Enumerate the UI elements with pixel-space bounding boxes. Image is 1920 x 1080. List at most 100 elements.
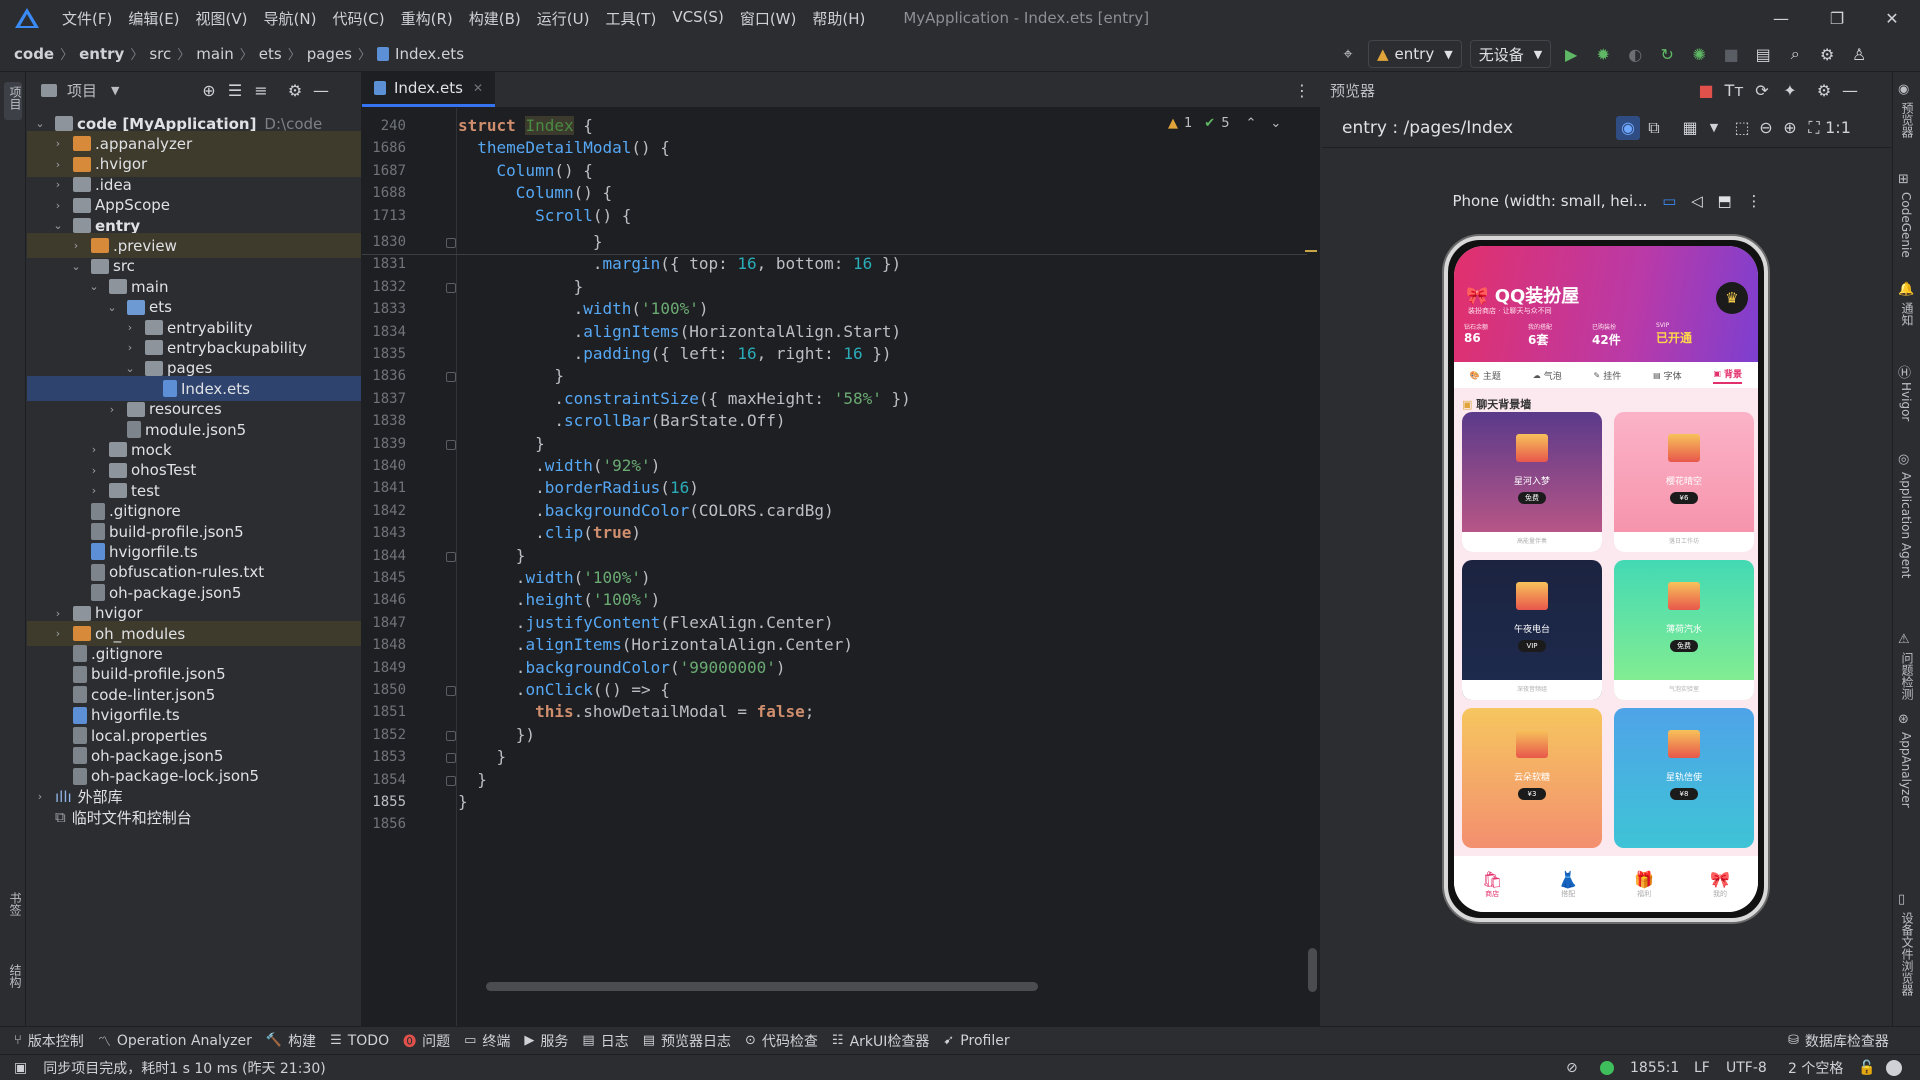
right-tool-button[interactable]: Hvigor [1899,382,1913,421]
run-config-select[interactable]: ▲ entry ▼ [1368,40,1462,68]
bottom-nav-item[interactable]: 🛍 商店 [1482,870,1502,899]
category-tab[interactable]: ☁ 气泡 [1533,369,1562,382]
fold-marker-icon[interactable] [446,775,456,786]
read-only-icon[interactable]: 🔓 [1858,1060,1875,1076]
category-tab[interactable]: ▣ 背景 [1713,367,1743,384]
wallpaper-card[interactable]: 云朵软糖 ¥3 [1462,708,1602,848]
phone-screen[interactable]: 🎀 QQ装扮屋 装扮商店 · 让聊天与众不同 ♛ 钻石余额 86 我的搭配 6套 已购装… [1454,246,1758,912]
breadcrumb-item[interactable]: code [14,45,54,63]
tab-index-ets[interactable]: Index.ets ✕ [362,71,496,107]
fold-marker-icon[interactable] [446,282,456,293]
category-tab[interactable]: ▤ 字体 [1653,369,1682,382]
breadcrumb-item[interactable]: src [149,45,171,63]
maximize-icon[interactable]: ❐ [1809,0,1865,36]
fold-marker-icon[interactable] [446,551,456,562]
bottom-tool-button[interactable]: ⛁ 数据库检查器 [1788,1031,1889,1051]
status-indicator-icon[interactable] [1600,1060,1614,1075]
layout-icon[interactable]: ▣ [14,1060,27,1076]
crop-icon[interactable]: ⬚ [1730,116,1754,140]
chevron-down-icon[interactable]: ⌄ [105,301,119,314]
chevron-down-icon[interactable]: ▼ [1702,116,1726,140]
chevron-right-icon[interactable]: › [51,627,65,640]
fold-marker-icon[interactable] [446,686,456,696]
ai-status-icon[interactable] [1886,1059,1902,1076]
chevron-right-icon[interactable]: › [87,484,101,497]
bottom-tool-button[interactable]: ▤ 预览器日志 [643,1031,731,1051]
breadcrumb-item[interactable]: entry [79,45,124,63]
search-icon[interactable]: ⌕ [1783,42,1807,66]
chevron-right-icon[interactable]: › [105,403,119,416]
breadcrumb-item[interactable]: ets [259,45,282,63]
right-tool-button[interactable]: 通知 [1899,302,1916,326]
menu-item[interactable]: VCS(S) [664,8,731,29]
more-options-icon[interactable]: ⋮ [1747,192,1762,210]
zoom-out-icon[interactable]: ⊖ [1754,116,1778,140]
hide-icon[interactable]: — [309,78,333,102]
font-size-icon[interactable]: Tт [1722,78,1746,102]
chevron-down-icon[interactable]: ⌄ [51,219,65,232]
device-switch-icon[interactable]: ▭ [1662,192,1676,210]
eye-icon[interactable]: ◉ [1616,115,1640,140]
bottom-tool-button[interactable]: ▤ 日志 [582,1031,628,1051]
horizontal-scrollbar[interactable] [486,982,1038,991]
menu-item[interactable]: 帮助(H) [804,8,873,29]
breadcrumb-item[interactable]: Index.ets [395,45,464,63]
bottom-tool-button[interactable]: ⓿ 问题 [403,1031,450,1051]
chevron-down-icon[interactable]: ▼ [111,84,119,97]
layers-icon[interactable]: ⧉ [1642,116,1666,140]
locate-icon[interactable]: ⊕ [197,78,221,102]
breadcrumb-item[interactable]: main [196,45,233,63]
menu-item[interactable]: 视图(V) [188,8,256,29]
bottom-nav-item[interactable]: 👗 搭配 [1558,870,1578,899]
attach-icon[interactable]: ◐ [1623,42,1647,66]
chevron-right-icon[interactable]: › [123,341,137,354]
right-tool-button[interactable]: 问题检测 [1899,652,1916,700]
bottom-nav-item[interactable]: 🎁 福利 [1634,870,1654,899]
menu-item[interactable]: 运行(U) [529,8,598,29]
hide-icon[interactable]: — [1838,78,1862,102]
menu-item[interactable]: 窗口(W) [732,8,805,29]
chevron-right-icon[interactable]: › [51,199,65,212]
chevron-right-icon[interactable]: › [87,443,101,456]
close-tab-icon[interactable]: ✕ [473,81,483,95]
file-encoding[interactable]: UTF-8 [1726,1060,1767,1076]
chevron-right-icon[interactable]: › [69,239,83,252]
device-select[interactable]: 无设备 ▼ [1469,40,1552,68]
menu-item[interactable]: 构建(B) [461,8,529,29]
no-power-save-icon[interactable]: ⊘ [1566,1060,1578,1076]
settings-icon[interactable]: ⚙ [283,78,307,102]
chevron-right-icon[interactable]: › [51,607,65,620]
collapse-all-icon[interactable]: ≡ [249,78,273,102]
bottom-nav-item[interactable]: 🎀 我的 [1710,870,1730,899]
chevron-right-icon[interactable]: › [87,464,101,477]
settings-icon[interactable]: ⚙ [1815,42,1839,66]
wallpaper-card[interactable]: 星河入梦 免费 高能量伴奏 [1462,412,1602,552]
wallpaper-card[interactable]: 午夜电台 VIP 深夜音频组 [1462,560,1602,700]
debug-icon[interactable]: ✹ [1591,42,1615,66]
chevron-down-icon[interactable]: ⌄ [33,117,47,130]
bottom-tool-button[interactable]: ➹ Profiler [943,1033,1009,1049]
chevron-right-icon[interactable]: › [33,790,47,803]
bottom-tool-button[interactable]: ▭ 终端 [464,1031,510,1051]
bottom-tool-button[interactable]: ⑂ 版本控制 [14,1031,84,1051]
bottom-tool-button[interactable]: ▶ 服务 [524,1031,568,1051]
expand-all-icon[interactable]: ☰ [223,78,247,102]
crown-icon[interactable]: ♛ [1716,282,1748,314]
code-area[interactable]: 240 struct Index {1686 themeDetailModal()… [362,108,1320,1026]
apply-changes-icon[interactable]: ↻ [1655,42,1679,66]
fold-marker-icon[interactable] [446,753,456,764]
category-tab[interactable]: 🎨 主题 [1470,369,1501,382]
fold-marker-icon[interactable] [446,439,456,450]
wallpaper-card[interactable]: 星轨信使 ¥8 [1614,708,1754,848]
status-message[interactable]: 同步项目完成，耗时1 s 10 ms (昨天 21:30) [43,1058,325,1078]
right-tool-button[interactable]: Application Agent [1899,472,1913,578]
bottom-tool-button[interactable]: 🔨 构建 [266,1031,316,1051]
project-tool-button[interactable]: 项目 [7,86,24,110]
original-size-icon[interactable]: 1:1 [1825,116,1851,140]
close-icon[interactable]: ✕ [1864,0,1920,36]
right-tool-button[interactable]: AppAnalyzer [1899,732,1913,808]
menu-item[interactable]: 工具(T) [597,8,664,29]
stop-icon[interactable]: ■ [1719,42,1743,66]
bottom-tool-button[interactable]: ☷ ArkUI检查器 [832,1031,929,1051]
target-icon[interactable]: ⌖ [1336,42,1360,66]
